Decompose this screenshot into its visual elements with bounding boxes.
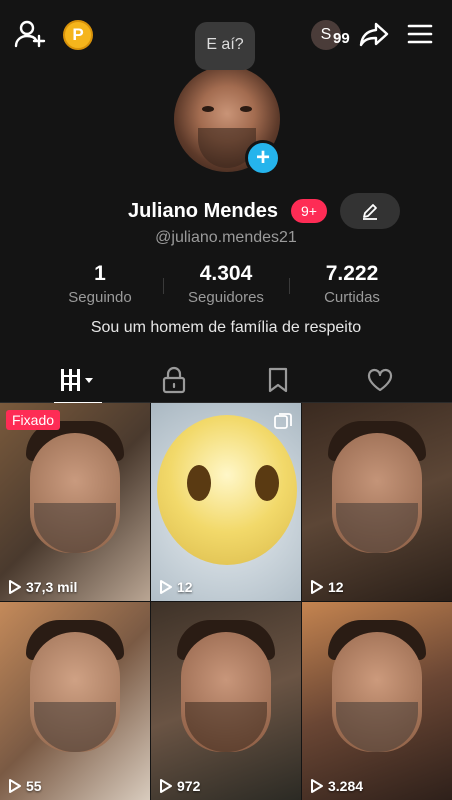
video-thumbnail[interactable]: 12	[302, 403, 452, 601]
stat-divider	[163, 278, 164, 294]
view-count-text: 37,3 mil	[26, 579, 78, 595]
tab-private[interactable]	[124, 357, 224, 403]
user-badge-letter: S	[320, 26, 332, 43]
view-count: 3.284	[310, 778, 363, 794]
view-count: 12	[310, 579, 344, 595]
notification-badge[interactable]: 9+	[291, 199, 327, 223]
stat-label: Seguindo	[68, 289, 132, 306]
user-badge-count: 99	[333, 30, 350, 47]
video-thumbnail[interactable]: 3.284	[302, 602, 452, 800]
bookmark-icon	[268, 367, 288, 393]
play-icon	[160, 580, 172, 594]
profile-handle: @juliano.mendes21	[155, 229, 297, 246]
view-count-text: 12	[177, 579, 193, 595]
view-count: 972	[159, 778, 200, 794]
view-count: 12	[159, 579, 193, 595]
pinned-badge: Fixado	[6, 410, 61, 430]
video-thumbnail[interactable]: 972	[151, 602, 301, 800]
tab-videos[interactable]	[28, 357, 128, 404]
view-count-text: 972	[177, 778, 201, 794]
profile-tabs	[0, 357, 452, 404]
stat-label: Seguidores	[188, 289, 264, 306]
play-icon	[311, 580, 323, 594]
play-icon	[9, 580, 21, 594]
coins-button[interactable]: P	[63, 20, 93, 50]
status-bubble[interactable]: E aí?	[195, 22, 255, 70]
lock-icon	[162, 366, 186, 394]
stat-value: 4.304	[199, 262, 253, 285]
coin-label: P	[72, 25, 84, 44]
heart-icon	[367, 368, 393, 392]
multi-photo-icon	[273, 411, 293, 436]
play-icon	[311, 779, 323, 793]
profile-name: Juliano Mendes	[128, 200, 279, 222]
view-count: 37,3 mil	[8, 579, 77, 595]
share-icon[interactable]	[358, 18, 390, 50]
video-grid: Fixado 37,3 mil 12 12 55 972 3.284	[0, 403, 452, 800]
profile-bio: Sou um homem de família de respeito	[90, 319, 362, 336]
stat-label: Curtidas	[324, 289, 380, 306]
add-friend-icon[interactable]	[14, 18, 46, 50]
stat-value: 7.222	[325, 262, 379, 285]
tab-liked[interactable]	[330, 357, 430, 403]
play-icon	[9, 779, 21, 793]
videos-grid-icon	[61, 369, 93, 391]
stat-followers[interactable]: 4.304 Seguidores	[166, 262, 286, 306]
edit-profile-button[interactable]	[340, 193, 400, 229]
view-count-text: 12	[328, 579, 344, 595]
view-count-text: 3.284	[328, 778, 364, 794]
view-count: 55	[8, 778, 42, 794]
profile-stats: 1 Seguindo 4.304 Seguidores 7.222 Curtid…	[0, 262, 452, 312]
video-thumbnail[interactable]: 55	[0, 602, 150, 800]
tab-saved[interactable]	[228, 357, 328, 403]
play-icon	[160, 779, 172, 793]
menu-icon[interactable]	[404, 18, 436, 50]
status-bubble-text: E aí?	[206, 36, 244, 53]
pencil-icon	[363, 204, 377, 220]
add-story-button[interactable]: +	[245, 140, 281, 176]
view-count-text: 55	[26, 778, 42, 794]
stat-divider	[289, 278, 290, 294]
stat-value: 1	[94, 262, 106, 285]
stat-likes[interactable]: 7.222 Curtidas	[292, 262, 412, 306]
stat-following[interactable]: 1 Seguindo	[40, 262, 160, 306]
video-thumbnail[interactable]: 12	[151, 403, 301, 601]
video-thumbnail[interactable]: Fixado 37,3 mil	[0, 403, 150, 601]
